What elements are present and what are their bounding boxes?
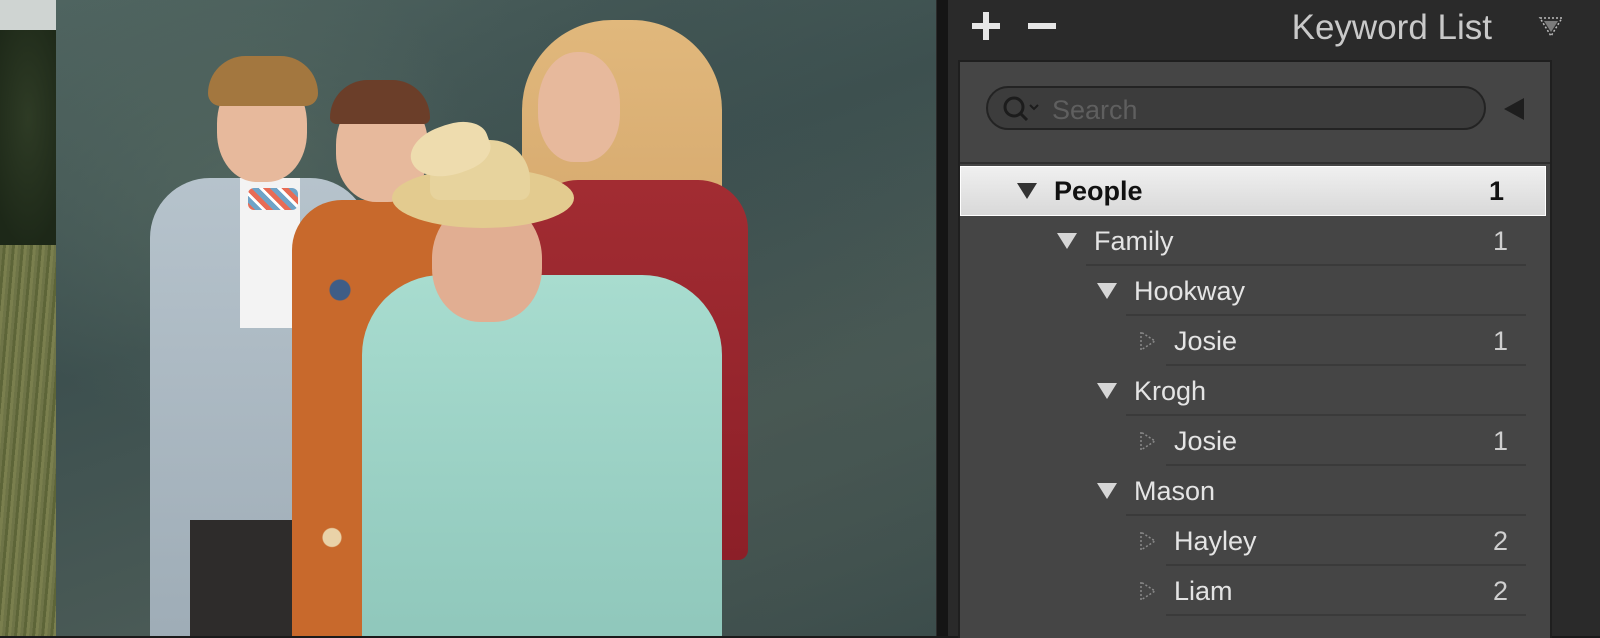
keyword-label: Josie xyxy=(1174,426,1238,456)
keyword-row[interactable]: Mason xyxy=(960,466,1550,516)
collapsed-triangle-icon[interactable] xyxy=(1136,580,1158,602)
keyword-label: Liam xyxy=(1174,576,1233,606)
keyword-row[interactable]: Family 1 xyxy=(960,216,1550,266)
search-field[interactable] xyxy=(986,86,1486,130)
keyword-row[interactable]: Krogh xyxy=(960,366,1550,416)
keyword-row[interactable]: Hookway xyxy=(960,266,1550,316)
collapsed-triangle-icon[interactable] xyxy=(1136,530,1158,552)
keyword-row[interactable]: People 1 xyxy=(960,166,1546,216)
keyword-list: People 1 Family 1 Hookway Josie 1 Krogh Josie 1 Ma… xyxy=(958,60,1552,638)
collapse-triangle-icon[interactable] xyxy=(1504,98,1524,120)
search-icon[interactable] xyxy=(1002,94,1042,124)
panel-header: Keyword List xyxy=(948,0,1600,58)
person-blonde-face xyxy=(538,52,620,162)
expanded-triangle-icon[interactable] xyxy=(1056,230,1078,252)
keyword-label: Family xyxy=(1094,226,1174,256)
keyword-list-panel: Keyword List People 1 Family 1 Hookway Josie 1… xyxy=(948,0,1600,638)
keyword-label: Mason xyxy=(1134,476,1216,506)
keyword-count: 1 xyxy=(1492,326,1508,356)
keyword-label: Josie xyxy=(1174,326,1238,356)
panel-title[interactable]: Keyword List xyxy=(1292,4,1492,52)
person-boy-hair xyxy=(208,56,318,106)
panel-menu-triangle-icon[interactable] xyxy=(1538,14,1564,40)
row-separator xyxy=(1166,614,1526,616)
search-input[interactable] xyxy=(1050,92,1474,128)
keyword-count: 2 xyxy=(1492,526,1508,556)
person-boy-bowtie xyxy=(248,188,298,210)
keyword-row[interactable]: Liam 2 xyxy=(960,566,1550,616)
photo-preview xyxy=(0,0,936,636)
keyword-label: People xyxy=(1054,176,1143,206)
person-grandmother-jacket xyxy=(362,275,722,636)
expanded-triangle-icon[interactable] xyxy=(1096,380,1118,402)
minus-icon xyxy=(1028,23,1056,29)
keyword-count: 1 xyxy=(1488,176,1504,206)
expanded-triangle-icon[interactable] xyxy=(1096,480,1118,502)
keyword-row[interactable]: Josie 1 xyxy=(960,316,1550,366)
keyword-count: 1 xyxy=(1492,226,1508,256)
remove-keyword-button[interactable] xyxy=(1022,6,1062,46)
keyword-label: Hayley xyxy=(1174,526,1257,556)
keyword-row[interactable]: Hayley 2 xyxy=(960,516,1550,566)
search-row xyxy=(960,62,1550,164)
collapsed-triangle-icon[interactable] xyxy=(1136,330,1158,352)
person-boy-pants xyxy=(190,520,300,636)
expanded-triangle-icon[interactable] xyxy=(1016,180,1038,202)
keyword-row[interactable]: Josie 1 xyxy=(960,416,1550,466)
collapsed-triangle-icon[interactable] xyxy=(1136,430,1158,452)
keyword-label: Hookway xyxy=(1134,276,1246,306)
expanded-triangle-icon[interactable] xyxy=(1096,280,1118,302)
plus-icon xyxy=(972,12,1000,40)
keyword-label: Krogh xyxy=(1134,376,1207,406)
keyword-count: 1 xyxy=(1492,426,1508,456)
keyword-count: 2 xyxy=(1492,576,1508,606)
add-keyword-button[interactable] xyxy=(966,6,1006,46)
